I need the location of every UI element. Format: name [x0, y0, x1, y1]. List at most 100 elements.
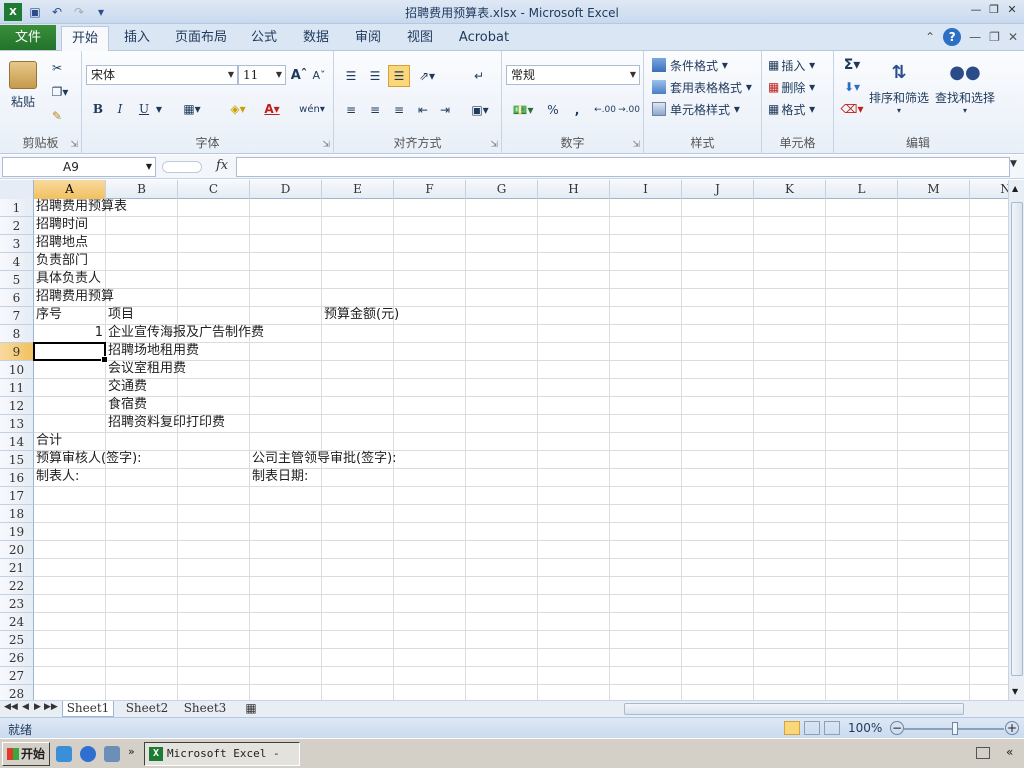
- zoom-slider-thumb[interactable]: [952, 722, 958, 735]
- row-header-26[interactable]: 26: [0, 649, 34, 667]
- column-header-j[interactable]: J: [682, 180, 754, 199]
- last-sheet-icon[interactable]: ▶▶: [44, 702, 58, 712]
- tab-formulas[interactable]: 公式: [242, 26, 286, 51]
- row-header-17[interactable]: 17: [0, 487, 34, 505]
- row-header-12[interactable]: 12: [0, 397, 34, 415]
- align-middle-icon[interactable]: ☰: [364, 65, 386, 87]
- align-left-icon[interactable]: ≡: [340, 99, 362, 121]
- fill-icon[interactable]: ⬇▾: [838, 77, 866, 97]
- tab-view[interactable]: 视图: [398, 26, 442, 51]
- zoom-in-icon[interactable]: +: [1005, 721, 1019, 735]
- align-right-icon[interactable]: ≡: [388, 99, 410, 121]
- horizontal-scrollbar[interactable]: [612, 702, 1006, 716]
- italic-button[interactable]: I: [110, 99, 130, 119]
- insert-function-icon[interactable]: fx: [216, 158, 228, 173]
- increase-decimal-button[interactable]: ← .00: [594, 99, 616, 121]
- row-header-18[interactable]: 18: [0, 505, 34, 523]
- orientation-icon[interactable]: ⇗▾: [414, 65, 440, 87]
- cell-b8[interactable]: 企业宣传海报及广告制作费: [106, 324, 264, 342]
- row-header-4[interactable]: 4: [0, 253, 34, 271]
- row-header-15[interactable]: 15: [0, 451, 34, 469]
- conditional-format-button[interactable]: 条件格式 ▾: [652, 55, 760, 75]
- column-header-d[interactable]: D: [250, 180, 322, 199]
- row-header-24[interactable]: 24: [0, 613, 34, 631]
- format-as-table-button[interactable]: 套用表格格式 ▾: [652, 77, 760, 97]
- column-header-h[interactable]: H: [538, 180, 610, 199]
- page-break-view-icon[interactable]: [824, 721, 840, 735]
- cell-a5[interactable]: 具体负责人: [34, 270, 101, 288]
- alignment-launcher-icon[interactable]: ⇲: [490, 140, 498, 150]
- column-header-k[interactable]: K: [754, 180, 826, 199]
- align-bottom-icon[interactable]: ☰: [388, 65, 410, 87]
- cell-d16[interactable]: 制表日期:: [250, 468, 308, 486]
- cell-a6[interactable]: 招聘费用预算: [34, 288, 114, 306]
- column-header-b[interactable]: B: [106, 180, 178, 199]
- row-header-10[interactable]: 10: [0, 361, 34, 379]
- format-cells-button[interactable]: ▦ 格式 ▾: [768, 99, 830, 119]
- decrease-indent-icon[interactable]: ⇤: [412, 99, 434, 121]
- sheet-tab-sheet1[interactable]: Sheet1: [62, 701, 114, 717]
- autosum-icon[interactable]: Σ▾: [838, 55, 866, 75]
- underline-button[interactable]: U: [134, 99, 154, 119]
- minimize-ribbon-icon[interactable]: ⌃: [925, 30, 935, 44]
- cut-icon[interactable]: ✂: [46, 59, 68, 77]
- cell-e7[interactable]: 预算金额(元): [322, 306, 399, 324]
- column-header-m[interactable]: M: [898, 180, 970, 199]
- row-header-9[interactable]: 9: [0, 343, 34, 361]
- font-name-select[interactable]: 宋体 ▼: [86, 65, 238, 85]
- tab-acrobat[interactable]: Acrobat: [452, 26, 516, 51]
- workbook-restore-icon[interactable]: ❐: [989, 30, 1000, 44]
- normal-view-icon[interactable]: [784, 721, 800, 735]
- shrink-font-icon[interactable]: Aˇ: [310, 65, 328, 85]
- row-header-27[interactable]: 27: [0, 667, 34, 685]
- tab-file[interactable]: 文件: [0, 25, 56, 50]
- phonetic-guide-button[interactable]: wén ▾: [296, 99, 328, 119]
- start-button[interactable]: 开始: [2, 742, 50, 766]
- bold-button[interactable]: B: [88, 99, 108, 119]
- row-header-22[interactable]: 22: [0, 577, 34, 595]
- row-header-8[interactable]: 8: [0, 325, 34, 343]
- formula-bar-resize-handle[interactable]: [162, 161, 202, 173]
- row-header-16[interactable]: 16: [0, 469, 34, 487]
- copy-icon[interactable]: ❐▾: [46, 83, 74, 101]
- cell-a7[interactable]: 序号: [34, 306, 62, 324]
- accounting-format-icon[interactable]: 💵▾: [508, 99, 538, 121]
- tab-home[interactable]: 开始: [61, 26, 109, 51]
- zoom-level[interactable]: 100%: [848, 721, 882, 735]
- cell-a3[interactable]: 招聘地点: [34, 234, 88, 252]
- cell-b11[interactable]: 交通费: [106, 378, 147, 396]
- minimize-icon[interactable]: —: [968, 2, 984, 18]
- cell-a2[interactable]: 招聘时间: [34, 216, 88, 234]
- row-header-23[interactable]: 23: [0, 595, 34, 613]
- column-header-g[interactable]: G: [466, 180, 538, 199]
- row-header-6[interactable]: 6: [0, 289, 34, 307]
- first-sheet-icon[interactable]: ◀◀: [4, 702, 18, 712]
- scroll-up-icon[interactable]: ▲: [1012, 184, 1018, 193]
- expand-formula-bar-icon[interactable]: ▼: [1010, 159, 1017, 169]
- underline-dropdown-icon[interactable]: ▼: [154, 99, 164, 119]
- name-box[interactable]: A9 ▼: [2, 157, 156, 177]
- align-center-icon[interactable]: ≡: [364, 99, 386, 121]
- row-header-2[interactable]: 2: [0, 217, 34, 235]
- clear-icon[interactable]: ⌫▾: [838, 99, 866, 119]
- spreadsheet-grid[interactable]: ABCDEFGHIJKLMN 1 2 3 4 5 6 7 8 9 10 11 12 13 14 15 16 17…: [0, 180, 1008, 700]
- find-select-button[interactable]: ●● 查找和选择 ▾: [932, 55, 998, 121]
- cell-styles-button[interactable]: 单元格样式 ▾: [652, 99, 760, 119]
- fill-color-icon[interactable]: ◈▾: [222, 99, 254, 119]
- row-header-13[interactable]: 13: [0, 415, 34, 433]
- borders-icon[interactable]: ▦▾: [176, 99, 208, 119]
- row-header-1[interactable]: 1: [0, 199, 34, 217]
- decrease-decimal-button[interactable]: → .00: [618, 99, 640, 121]
- tab-page-layout[interactable]: 页面布局: [168, 26, 234, 51]
- column-header-n[interactable]: N: [970, 180, 1008, 199]
- active-cell-selection[interactable]: [33, 342, 108, 363]
- taskbar-excel-item[interactable]: X Microsoft Excel - ...: [144, 742, 300, 766]
- cell-a15[interactable]: 预算审核人(签字):: [34, 450, 142, 468]
- row-header-7[interactable]: 7: [0, 307, 34, 325]
- merge-center-icon[interactable]: ▣▾: [466, 99, 494, 121]
- tab-review[interactable]: 审阅: [346, 26, 390, 51]
- font-color-icon[interactable]: A▾: [256, 99, 288, 119]
- font-launcher-icon[interactable]: ⇲: [322, 140, 330, 150]
- comma-style-button[interactable]: ,: [568, 99, 586, 121]
- cell-b12[interactable]: 食宿费: [106, 396, 147, 414]
